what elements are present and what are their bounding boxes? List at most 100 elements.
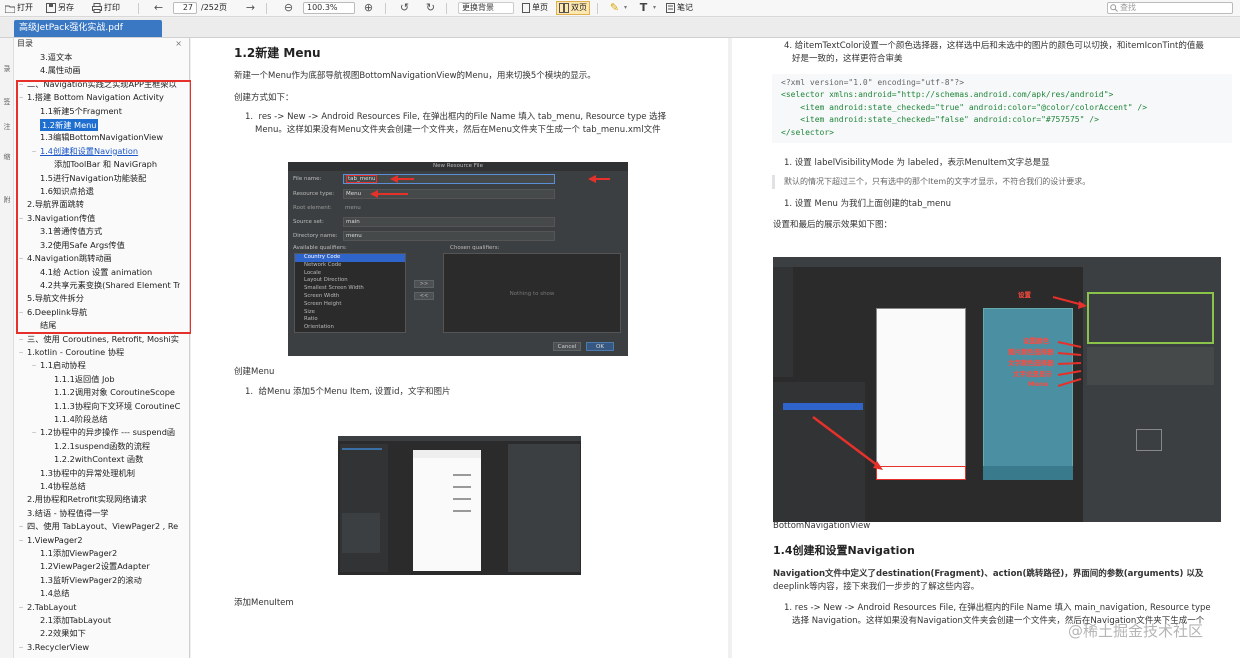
document-page-right: 4. 给itemTextColor设置一个颜色选择器，这样选中后和未选中的图片的…	[732, 38, 1240, 658]
section-heading: 1.2新建 Menu	[234, 46, 321, 60]
outline-item[interactable]: 1.1.2调用对象 CoroutineScope	[14, 386, 180, 399]
zoom-out-icon[interactable]: ⊖	[281, 0, 296, 16]
outline-item[interactable]: 1.1.1返回值 Job	[14, 373, 180, 386]
text-tool-icon[interactable]: T	[636, 0, 651, 16]
outline-item[interactable]: 1.5进行Navigation功能装配	[14, 172, 180, 185]
outline-item[interactable]: 1.3编辑BottomNavigationView	[14, 131, 180, 144]
rotate-left-icon[interactable]: ↺	[397, 0, 412, 16]
notes-button[interactable]: 笔记	[666, 0, 693, 16]
arrow-left-icon[interactable]: ←	[151, 0, 166, 16]
note-icon	[666, 3, 675, 13]
collapse-toggle-icon[interactable]: −	[17, 212, 25, 225]
outline-item[interactable]: 2.1添加TabLayout	[14, 614, 180, 627]
background-select[interactable]: 更换背景	[458, 2, 514, 14]
outline-item[interactable]: 1.1新建5个Fragment	[14, 105, 180, 118]
outline-item[interactable]: 4.1给 Action 设置 animation	[14, 266, 180, 279]
outline-item[interactable]: −6.Deeplink导航	[14, 306, 180, 319]
outline-item[interactable]: 2.用协程和Retrofit实现网络请求	[14, 493, 180, 506]
collapse-toggle-icon[interactable]: −	[17, 534, 25, 547]
outline-item[interactable]: 3.逼文本	[14, 51, 180, 64]
arrow-right-icon[interactable]: →	[243, 0, 258, 16]
layout-editor-screenshot: 设置 设置颜色 图片颜色选择器 文字颜色选择器 文字总是显示 Menu	[773, 257, 1221, 522]
outline-item[interactable]: 3.结语 - 协程值得一学	[14, 507, 180, 520]
collapse-toggle-icon[interactable]: −	[17, 601, 25, 614]
outline-item[interactable]: 1.2新建 Menu	[14, 118, 180, 132]
outline-item[interactable]: −1.ViewPager2	[14, 534, 180, 547]
outline-item[interactable]: 1.2.2withContext 函数	[14, 453, 180, 466]
open-button[interactable]: 打开	[5, 0, 33, 16]
outline-item[interactable]: −1.kotlin - Coroutine 协程	[14, 346, 180, 359]
outline-item[interactable]: 添加ToolBar 和 NaviGraph	[14, 158, 180, 171]
double-page-button[interactable]: 双页	[556, 1, 590, 15]
collapse-toggle-icon[interactable]: −	[17, 306, 25, 319]
page-number-input[interactable]: 27	[173, 2, 197, 14]
outline-item[interactable]: 2.2效果如下	[14, 627, 180, 640]
annotation-panel-button[interactable]: 注	[1, 123, 13, 132]
collapse-toggle-icon[interactable]: −	[17, 252, 25, 265]
outline-item[interactable]: 1.1.3协程向下文环境 CoroutineC	[14, 400, 180, 413]
document-tab[interactable]: 高级JetPack强化实战.pdf	[14, 20, 162, 37]
outline-item-label: 添加ToolBar 和 NaviGraph	[54, 159, 158, 170]
outline-item[interactable]: 4.属性动画	[14, 64, 180, 77]
outline-item[interactable]: −4.Navigation跳转动画	[14, 252, 180, 265]
outline-item-label: 3.RecyclerView	[27, 641, 90, 652]
figure-caption: BottomNavigationView	[773, 521, 871, 531]
paragraph: deeplink等内容，接下来我们一步步的了解这些内容。	[773, 582, 980, 592]
collapse-toggle-icon[interactable]: −	[30, 426, 38, 439]
bookmark-panel-button[interactable]: 签	[1, 98, 13, 107]
collapse-toggle-icon[interactable]: −	[17, 641, 25, 654]
outline-item[interactable]: 1.3协程中的异常处理机制	[14, 467, 180, 480]
search-input[interactable]: 查找	[1107, 2, 1233, 14]
outline-item[interactable]: −1.1启动协程	[14, 359, 180, 372]
collapse-toggle-icon[interactable]: −	[17, 333, 25, 346]
collapse-toggle-icon[interactable]: −	[17, 346, 25, 359]
outline-item[interactable]: 1.2ViewPager2设置Adapter	[14, 560, 180, 573]
single-page-button[interactable]: 单页	[522, 0, 548, 16]
thumbnail-panel-button[interactable]: 缩	[1, 153, 13, 162]
outline-item-label: 1.ViewPager2	[27, 534, 83, 545]
outline-item-label: 四、使用 TabLayout、ViewPager2 , Re	[27, 521, 179, 532]
outline-item-label: 1.2.1suspend函数的流程	[54, 440, 151, 451]
folder-icon	[5, 5, 15, 13]
print-button[interactable]: 打印	[92, 0, 120, 16]
collapse-toggle-icon[interactable]: −	[17, 78, 25, 91]
rotate-right-icon[interactable]: ↻	[423, 0, 438, 16]
outline-item[interactable]: −3.Navigation传值	[14, 212, 180, 225]
outline-item[interactable]: 4.2共享元素变换(Shared Element Tr	[14, 279, 180, 292]
outline-item[interactable]: −1.搭建 Bottom Navigation Activity	[14, 91, 180, 104]
outline-item[interactable]: 1.4总结	[14, 587, 180, 600]
collapse-toggle-icon[interactable]: −	[17, 520, 25, 533]
save-as-button[interactable]: 另存	[46, 0, 74, 16]
outline-item[interactable]: 1.3监听ViewPager2的滚动	[14, 574, 180, 587]
outline-item[interactable]: − 二、Navigation实践之实现APP主框架以	[14, 78, 180, 91]
zoom-select[interactable]: 100.3%	[303, 2, 355, 14]
outline-item[interactable]: −2.TabLayout	[14, 601, 180, 614]
outline-item[interactable]: 1.1.4阶段总结	[14, 413, 180, 426]
outline-item-label: 2.TabLayout	[27, 601, 77, 612]
collapse-toggle-icon[interactable]: −	[30, 359, 38, 372]
outline-item[interactable]: 结尾	[14, 319, 180, 332]
zoom-in-icon[interactable]: ⊕	[361, 0, 376, 16]
outline-item[interactable]: −1.2协程中的异步操作 --- suspend函	[14, 426, 180, 439]
collapse-toggle-icon[interactable]: −	[30, 145, 38, 158]
outline-item[interactable]: 5.导航文件拆分	[14, 292, 180, 305]
outline-item-label: 结尾	[40, 320, 57, 331]
printer-icon	[92, 3, 102, 13]
outline-item[interactable]: − 四、使用 TabLayout、ViewPager2 , Re	[14, 520, 180, 533]
attachment-panel-button[interactable]: 附	[1, 196, 13, 205]
paragraph: Navigation文件中定义了destination(Fragment)、ac…	[773, 569, 1204, 579]
outline-panel-button[interactable]: 录	[1, 65, 13, 74]
collapse-toggle-icon[interactable]: −	[17, 91, 25, 104]
outline-item[interactable]: 1.6知识点拾遗	[14, 185, 180, 198]
outline-item[interactable]: 1.4协程总结	[14, 480, 180, 493]
outline-item[interactable]: 1.2.1suspend函数的流程	[14, 440, 180, 453]
close-icon[interactable]: ×	[175, 38, 182, 50]
highlighter-icon[interactable]: ✎	[607, 0, 622, 16]
outline-item[interactable]: 3.1普通传值方式	[14, 225, 180, 238]
outline-item[interactable]: −1.4创建和设置Navigation	[14, 145, 180, 158]
outline-item[interactable]: −3.RecyclerView	[14, 641, 180, 654]
outline-item[interactable]: 3.2使用Safe Args传值	[14, 239, 180, 252]
outline-item[interactable]: 2.导航界面跳转	[14, 198, 180, 211]
outline-item[interactable]: − 三、使用 Coroutines, Retrofit, Moshi实	[14, 333, 180, 346]
outline-item[interactable]: 1.1添加ViewPager2	[14, 547, 180, 560]
